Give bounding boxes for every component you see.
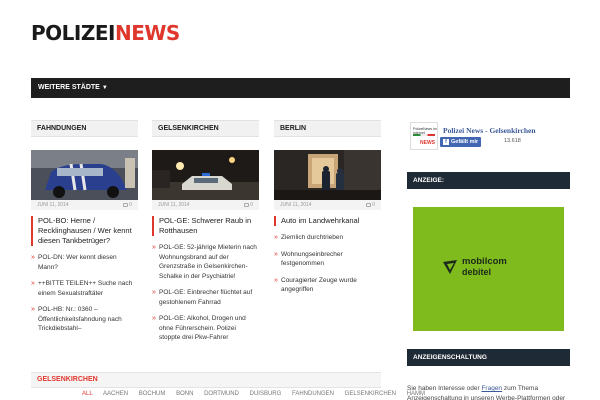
- nav-item-weitere-staedte[interactable]: WEITERE STÄDTE ▼: [38, 78, 108, 98]
- post-meta: JUNI 11, 2014 0: [31, 200, 138, 210]
- post-meta: JUNI 11, 2014 0: [152, 200, 259, 210]
- category-filter: ALL AACHEN BOCHUM BONN DORTMUND DUISBURG…: [82, 391, 434, 397]
- filter-gelsenkirchen[interactable]: GELSENKIRCHEN: [345, 391, 396, 397]
- column-header[interactable]: BERLIN: [274, 120, 381, 137]
- widget-header-anzeigenschaltung: ANZEIGENSCHALTUNG: [407, 349, 570, 366]
- comment-count[interactable]: 0: [244, 200, 253, 210]
- nav-item-label: WEITERE STÄDTE: [38, 84, 100, 91]
- comment-icon: [366, 202, 372, 207]
- facebook-icon: f: [443, 138, 449, 145]
- post-meta: JUNI 11, 2014 0: [274, 200, 381, 210]
- caret-down-icon: ▼: [101, 85, 108, 91]
- filter-bonn[interactable]: BONN: [176, 391, 193, 397]
- questions-link[interactable]: Fragen: [481, 385, 502, 392]
- article-link[interactable]: POL-DN: Wer kennt diesen Mann?: [31, 253, 138, 272]
- column-fahndungen: FAHNDUNGEN JUNI 11, 2014 0 POL-BO: Herne…: [31, 120, 138, 334]
- thumbnail-car-image[interactable]: [31, 150, 138, 200]
- article-link[interactable]: Ziemlich durchtrieben: [274, 233, 381, 243]
- filter-dortmund[interactable]: DORTMUND: [204, 391, 239, 397]
- thumbnail-police-night-image[interactable]: [152, 150, 259, 200]
- officers-photo: [274, 150, 381, 200]
- filter-hamm[interactable]: HAMM: [407, 391, 425, 397]
- comment-icon: [123, 202, 129, 207]
- article-link[interactable]: POL-GE: Einbrecher flüchtet auf gestohle…: [152, 288, 259, 307]
- like-count: 13.618: [504, 138, 521, 144]
- comment-count[interactable]: 0: [123, 200, 132, 210]
- filter-fahndungen[interactable]: FAHNDUNGEN: [292, 391, 334, 397]
- column-header[interactable]: GELSENKIRCHEN: [152, 120, 259, 137]
- mobilcom-mark-icon: [443, 260, 457, 274]
- filter-duisburg[interactable]: DUISBURG: [250, 391, 282, 397]
- filter-all[interactable]: ALL: [82, 391, 93, 397]
- post-date: JUNI 11, 2014: [280, 202, 312, 208]
- section-header-gelsenkirchen[interactable]: GELSENKIRCHEN: [31, 372, 381, 388]
- article-link[interactable]: POL-HB: Nr.: 0360 – Öffentlichkeitsfahnd…: [31, 305, 138, 334]
- lead-article-link[interactable]: POL-BO: Herne / Recklinghausen / Wer ken…: [31, 216, 138, 246]
- mobilcom-debitel-ad-banner[interactable]: mobilcom debitel: [413, 207, 564, 331]
- filter-aachen[interactable]: AACHEN: [103, 391, 128, 397]
- column-header[interactable]: FAHNDUNGEN: [31, 120, 138, 137]
- facebook-page-title[interactable]: Polizei News - Gelsenkirchen: [443, 126, 536, 135]
- page-avatar[interactable]: PolizeiNews im Internet NEWS: [410, 122, 438, 150]
- column-berlin: BERLIN JUNI 11, 2014 0 Auto im Landwehrk…: [274, 120, 381, 295]
- thumbnail-officers-image[interactable]: [274, 150, 381, 200]
- article-link[interactable]: POL-GE: 52-jährige Mieterin nach Wohnung…: [152, 243, 259, 281]
- column-gelsenkirchen: GELSENKIRCHEN JUNI 11, 2014 0 POL-GE: Sc…: [152, 120, 259, 343]
- facebook-like-button[interactable]: f Gefällt mir: [440, 137, 482, 147]
- ad-brand-line2: debitel: [462, 267, 492, 277]
- filter-bochum[interactable]: BOCHUM: [139, 391, 166, 397]
- lead-article-link[interactable]: Auto im Landwehrkanal: [274, 216, 381, 226]
- widget-header-ad: ANZEIGE:: [407, 172, 570, 189]
- comment-icon: [244, 202, 250, 207]
- lead-article-link[interactable]: POL-GE: Schwerer Raub in Rotthausen: [152, 216, 259, 236]
- main-navigation: WEITERE STÄDTE ▼: [31, 78, 570, 98]
- logo-part-news: NEWS: [114, 21, 180, 45]
- flag-stripe: [413, 134, 435, 136]
- article-link[interactable]: Wohnungseinbrecher festgenommen: [274, 250, 381, 269]
- avatar-brand: NEWS: [420, 140, 435, 146]
- like-label: Gefällt mir: [451, 139, 479, 145]
- article-link[interactable]: POL-GE: Alkohol, Drogen und ohne Führers…: [152, 314, 259, 343]
- car-photo: [31, 150, 138, 200]
- logo-part-polizei: POLIZEI: [31, 21, 115, 45]
- article-link[interactable]: ++BITTE TEILEN++ Suche nach einem Sexual…: [31, 279, 138, 298]
- facebook-page-widget: PolizeiNews im Internet NEWS Polizei New…: [410, 122, 570, 152]
- ad-brand-line1: mobilcom: [462, 256, 507, 267]
- article-link[interactable]: Couragierter Zeuge wurde angegriffen: [274, 276, 381, 295]
- site-logo[interactable]: POLIZEINEWS: [31, 21, 180, 45]
- post-date: JUNI 11, 2014: [37, 202, 69, 208]
- post-date: JUNI 11, 2014: [158, 202, 190, 208]
- police-night-photo: [152, 150, 259, 200]
- comment-count[interactable]: 0: [366, 200, 375, 210]
